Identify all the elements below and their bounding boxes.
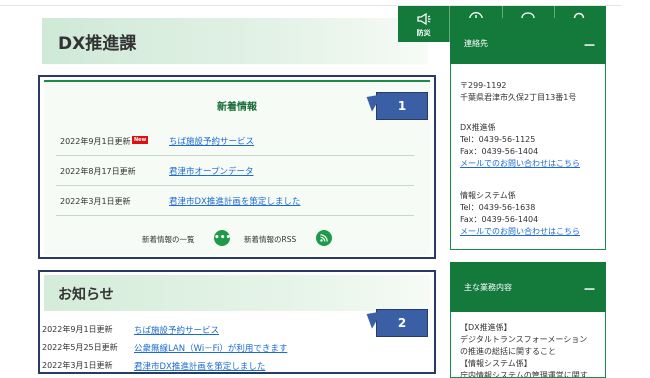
notice-date: 2022年3月1日更新 xyxy=(42,361,113,370)
notice-link[interactable]: ちば施設予約サービス xyxy=(134,324,219,336)
news-row: 2022年3月1日更新 君津市DX推進計画を策定しました xyxy=(56,186,414,216)
news-link[interactable]: 君津市オープンデータ xyxy=(169,165,254,177)
page-title: DX推進課 xyxy=(58,34,137,54)
news-date: 2022年3月1日更新 xyxy=(60,197,131,206)
page-margin xyxy=(622,0,650,378)
news-list-label[interactable]: 新着情報の一覧 xyxy=(142,234,195,245)
duty-line: デジタルトランスフォーメーション xyxy=(460,335,588,344)
dx-tel: Tel：0439-56-1125 xyxy=(460,135,536,144)
notice-link[interactable]: 公衆無線LAN（Wi－Fi）が利用できます xyxy=(134,342,287,354)
sys-fax: Fax：0439-56-1404 xyxy=(460,215,539,224)
dx-fax: Fax：0439-56-1404 xyxy=(460,147,539,156)
duty-line: 【DX推進係】 xyxy=(460,323,512,332)
address: 千葉県君津市久保2丁目13番1号 xyxy=(460,93,577,102)
news-row: 2022年9月1日更新 New ちば施設予約サービス xyxy=(56,126,414,156)
news-date: 2022年8月17日更新 xyxy=(60,167,136,176)
sys-tel: Tel：0439-56-1638 xyxy=(460,203,536,212)
collapse-icon[interactable]: － xyxy=(583,35,596,54)
contact-header-label: 連絡先 xyxy=(464,39,488,48)
rss-icon[interactable] xyxy=(316,230,332,246)
more-dots-icon[interactable]: ••• xyxy=(214,230,231,246)
news-rss-label[interactable]: 新着情報のRSS xyxy=(244,234,296,245)
sys-mail-link[interactable]: メールでのお問い合わせはこちら xyxy=(460,226,580,237)
address-zip: 〒299-1192 xyxy=(460,81,507,90)
new-badge: New xyxy=(132,136,149,144)
nav-bousai-button[interactable]: 防災 xyxy=(398,6,451,42)
dx-section-label: DX推進係 xyxy=(460,123,496,132)
contact-panel: 〒299-1192 千葉県君津市久保2丁目13番1号 DX推進係 Tel：043… xyxy=(450,64,606,250)
news-link[interactable]: 君津市DX推進計画を策定しました xyxy=(169,195,300,207)
megaphone-icon xyxy=(416,12,431,25)
dx-mail-link[interactable]: メールでのお問い合わせはこちら xyxy=(460,158,580,169)
notice-title: お知らせ xyxy=(58,287,114,303)
duties-panel: 【DX推進係】 デジタルトランスフォーメーション の推進の総括に関すること 【情… xyxy=(450,312,606,378)
duties-header-label: 主な業務内容 xyxy=(464,283,512,292)
notice-date: 2022年9月1日更新 xyxy=(42,325,113,334)
page-title-bar: DX推進課 xyxy=(42,18,428,64)
news-row: 2022年8月17日更新 君津市オープンデータ xyxy=(56,156,414,186)
duty-line: 庁内情報システムの管理運営に関す xyxy=(460,371,588,378)
notice-link[interactable]: 君津市DX推進計画を策定しました xyxy=(134,360,265,372)
collapse-icon[interactable]: － xyxy=(583,279,596,298)
nav-bousai-label: 防災 xyxy=(416,28,431,37)
duties-header[interactable]: 主な業務内容 － xyxy=(450,262,606,312)
duty-line: 【情報システム係】 xyxy=(460,359,532,368)
callout-2: 2 xyxy=(376,309,428,337)
rss-feed-icon xyxy=(320,234,328,242)
news-link[interactable]: ちば施設予約サービス xyxy=(169,135,254,147)
news-footer: 新着情報の一覧 ••• 新着情報のRSS xyxy=(44,229,430,249)
notice-date: 2022年5月25日更新 xyxy=(42,343,118,352)
news-date: 2022年9月1日更新 xyxy=(60,137,131,146)
duty-line: の推進の総括に関すること xyxy=(460,347,556,356)
callout-1: 1 xyxy=(376,92,428,120)
contact-header[interactable]: 連絡先 － xyxy=(450,18,606,64)
sys-section-label: 情報システム係 xyxy=(460,191,516,200)
